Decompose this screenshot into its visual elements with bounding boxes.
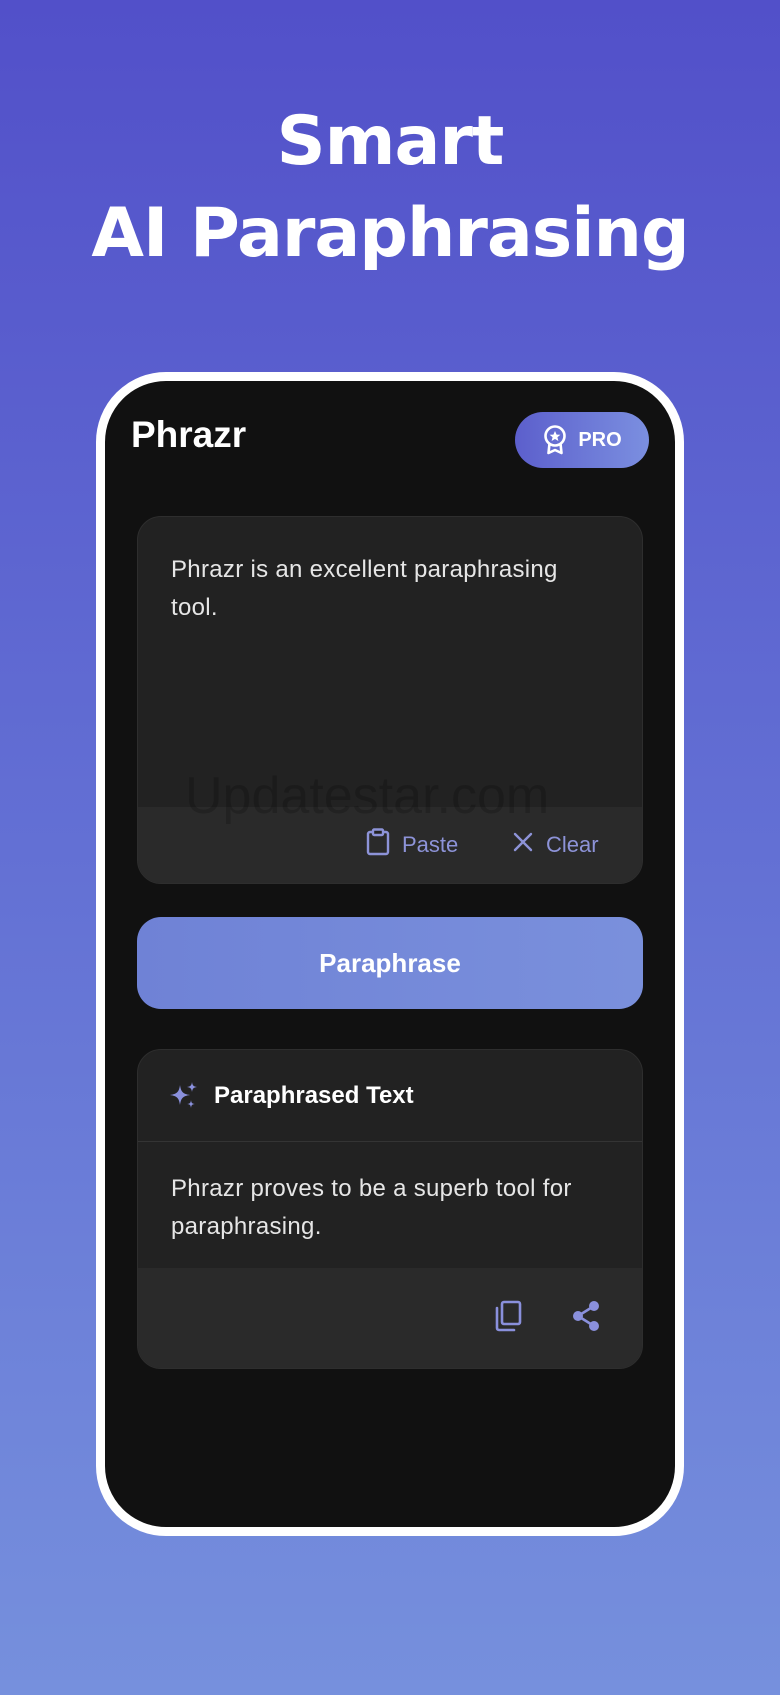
badge-star-icon	[542, 425, 568, 455]
share-button[interactable]	[566, 1298, 606, 1338]
pro-button[interactable]: PRO	[515, 412, 649, 468]
pro-label: PRO	[578, 428, 622, 451]
output-title: Paraphrased Text	[214, 1082, 414, 1109]
copy-icon	[492, 1299, 524, 1338]
output-card: Paraphrased Text Phrazr proves to be a s…	[137, 1049, 643, 1369]
output-header: Paraphrased Text	[138, 1050, 642, 1142]
headline-line-2: AI Paraphrasing	[91, 194, 689, 273]
paraphrase-button[interactable]: Paraphrase	[137, 917, 643, 1009]
app-title: Phrazr	[131, 414, 247, 455]
paste-button[interactable]: Paste	[366, 807, 458, 883]
input-text-area[interactable]: Phrazr is an excellent paraphrasing tool…	[171, 551, 611, 627]
phone-frame: Phrazr PRO Phrazr is an excellent paraph…	[96, 372, 684, 1536]
promo-headline: Smart AI Paraphrasing	[0, 96, 780, 280]
clear-label: Clear	[546, 832, 599, 857]
output-text: Phrazr proves to be a superb tool for pa…	[171, 1175, 572, 1240]
sparkle-icon	[168, 1080, 200, 1117]
close-icon	[512, 831, 534, 859]
input-footer: Paste Clear	[138, 807, 642, 883]
copy-button[interactable]	[488, 1298, 528, 1338]
input-card: Phrazr is an excellent paraphrasing tool…	[137, 516, 643, 884]
app-screen: Phrazr PRO Phrazr is an excellent paraph…	[105, 381, 675, 1527]
clear-button[interactable]: Clear	[512, 807, 599, 883]
output-footer	[138, 1268, 642, 1368]
headline-line-1: Smart	[276, 102, 505, 181]
share-icon	[570, 1299, 602, 1338]
clipboard-icon	[366, 828, 390, 862]
paste-label: Paste	[402, 832, 459, 857]
